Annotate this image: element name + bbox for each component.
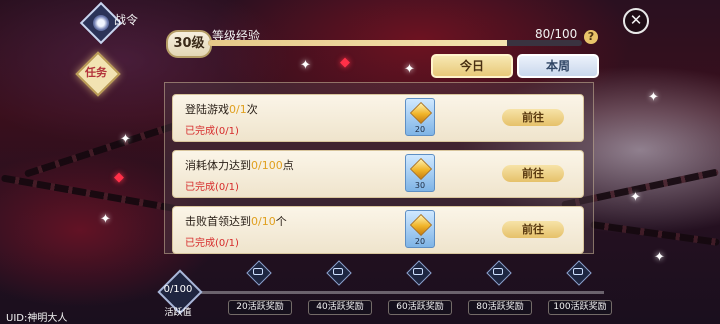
sparkle-decoration: ✦ — [404, 62, 415, 77]
task-status: 已完成(0/1) — [185, 238, 239, 249]
milestone-label: 40活跃奖励 — [308, 300, 372, 315]
sparkle-decoration: ◆ — [114, 170, 124, 185]
sparkle-decoration: ✦ — [654, 250, 665, 265]
chest-icon[interactable] — [486, 260, 512, 286]
task-status: 已完成(0/1) — [185, 182, 239, 193]
task-status: 已完成(0/1) — [185, 126, 239, 137]
sparkle-decoration: ✦ — [120, 132, 131, 147]
task-title: 消耗体力达到0/100点 — [185, 159, 294, 172]
emblem-core — [93, 15, 109, 31]
reward-count: 20 — [414, 125, 426, 134]
task-title: 登陆游戏0/1次 — [185, 103, 258, 116]
level-progress-text: 80/100 — [535, 27, 578, 41]
sparkle-decoration: ✦ — [630, 190, 641, 205]
user-id: UID:神明大人 — [6, 313, 68, 324]
chest-icon[interactable] — [246, 260, 272, 286]
close-icon[interactable]: ✕ — [623, 8, 649, 34]
task-card: 登陆游戏0/1次 已完成(0/1) 20 前往 — [172, 94, 584, 142]
milestone-label: 80活跃奖励 — [468, 300, 532, 315]
tab-week[interactable]: 本周 — [517, 54, 599, 78]
go-button[interactable]: 前往 — [502, 221, 564, 238]
question-icon[interactable]: ? — [584, 30, 598, 44]
reward-count: 20 — [414, 237, 426, 246]
gem-icon — [409, 213, 433, 237]
gem-icon — [409, 157, 433, 181]
reward-item[interactable]: 30 — [405, 154, 435, 192]
milestone-label: 100活跃奖励 — [548, 300, 612, 315]
level-badge: 30级 — [166, 30, 212, 58]
task-title: 击败首领达到0/10个 — [185, 215, 287, 228]
activity-label: 活跃值 — [164, 308, 192, 318]
milestone-label: 20活跃奖励 — [228, 300, 292, 315]
reward-item[interactable]: 20 — [405, 98, 435, 136]
gem-icon — [409, 101, 433, 125]
milestone-label: 60活跃奖励 — [388, 300, 452, 315]
chest-icon[interactable] — [566, 260, 592, 286]
activity-value: 0/100 — [163, 284, 193, 295]
tab-today[interactable]: 今日 — [431, 54, 513, 78]
sparkle-decoration: ✦ — [300, 58, 311, 73]
task-card: 击败首领达到0/10个 已完成(0/1) 20 前往 — [172, 206, 584, 254]
chain-decoration — [590, 220, 720, 247]
go-button[interactable]: 前往 — [502, 109, 564, 126]
chain-decoration — [0, 174, 180, 213]
chest-icon[interactable] — [326, 260, 352, 286]
reward-count: 30 — [414, 181, 426, 190]
activity-track — [200, 291, 604, 294]
reward-item[interactable]: 20 — [405, 210, 435, 248]
level-progress-fill — [208, 40, 508, 46]
chest-icon[interactable] — [406, 260, 432, 286]
level-progress-bar — [208, 40, 582, 46]
sparkle-decoration: ✦ — [648, 90, 659, 105]
sparkle-decoration: ◆ — [340, 55, 350, 70]
task-tab-label[interactable]: 任务 — [84, 64, 108, 80]
sparkle-decoration: ✦ — [100, 212, 111, 227]
mode-title: 战令 — [114, 13, 139, 27]
go-button[interactable]: 前往 — [502, 165, 564, 182]
task-card: 消耗体力达到0/100点 已完成(0/1) 30 前往 — [172, 150, 584, 198]
